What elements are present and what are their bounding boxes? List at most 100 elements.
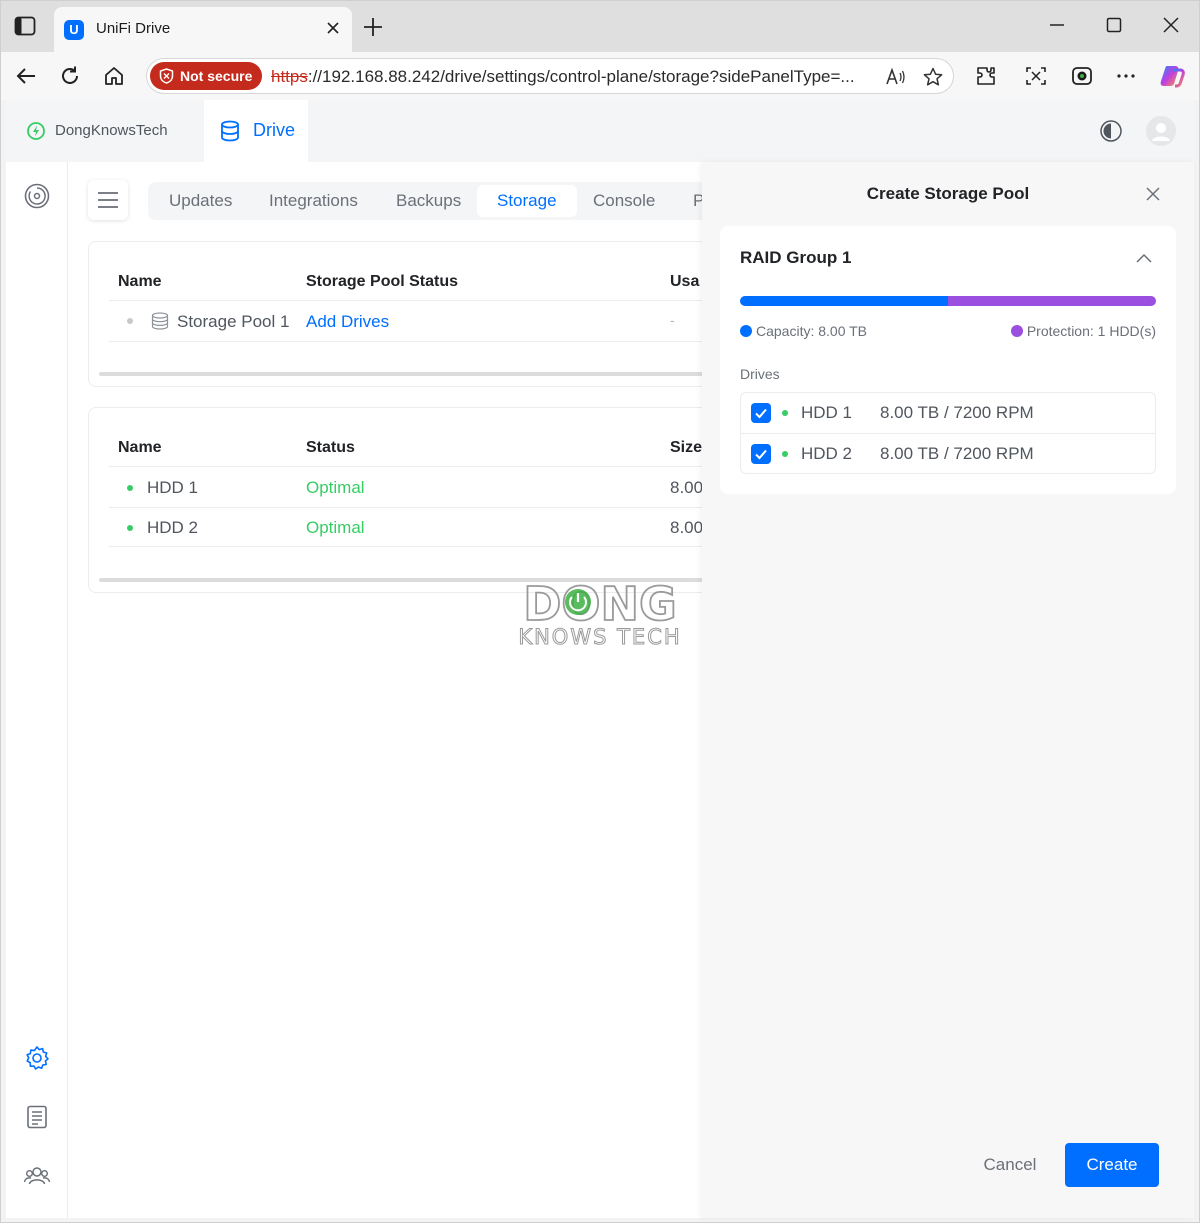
close-icon[interactable] bbox=[324, 19, 342, 37]
tab-integrations[interactable]: Integrations bbox=[249, 185, 378, 217]
tab-console[interactable]: Console bbox=[573, 185, 675, 217]
more-icon[interactable] bbox=[1114, 64, 1138, 88]
pools-header-name: Name bbox=[118, 273, 162, 290]
pool-usage: - bbox=[670, 312, 675, 328]
settings-gear-icon[interactable] bbox=[23, 1044, 51, 1072]
users-icon[interactable] bbox=[23, 1162, 51, 1190]
browser-tab-title: UniFi Drive bbox=[96, 20, 171, 37]
drives-list: HDD 1 8.00 TB / 7200 RPM HDD 2 8.00 TB /… bbox=[740, 392, 1156, 474]
drive-status-dot bbox=[782, 451, 788, 457]
drive-status: Optimal bbox=[306, 478, 365, 497]
logs-icon[interactable] bbox=[23, 1103, 51, 1131]
tab-updates[interactable]: Updates bbox=[149, 185, 252, 217]
drive-spec: 8.00 TB / 7200 RPM bbox=[880, 403, 1034, 422]
sidebar-icon[interactable] bbox=[14, 16, 36, 36]
drives-header-size: Size bbox=[670, 439, 702, 456]
drives-row-divider bbox=[109, 546, 702, 547]
shield-warning-icon bbox=[159, 68, 174, 84]
site-tab[interactable]: DongKnowsTech bbox=[6, 100, 204, 162]
pools-header-status: Storage Pool Status bbox=[306, 273, 459, 290]
raid-group-title: RAID Group 1 bbox=[740, 248, 852, 267]
browser-tab-bar: U UniFi Drive bbox=[0, 0, 1200, 52]
chevron-up-icon[interactable] bbox=[1134, 250, 1154, 266]
horizontal-scrollbar[interactable] bbox=[99, 372, 702, 376]
drive-checkbox[interactable] bbox=[751, 403, 771, 423]
url-text[interactable]: https://192.168.88.242/drive/settings/co… bbox=[271, 67, 871, 87]
drive-name: HDD 2 bbox=[147, 518, 199, 537]
drive-status-dot bbox=[127, 485, 133, 491]
list-item[interactable]: HDD 1 8.00 TB / 7200 RPM bbox=[741, 393, 1155, 433]
pools-header-usage: Usa bbox=[670, 273, 700, 290]
add-drives-link[interactable]: Add Drives bbox=[306, 312, 389, 332]
drive-spec: 8.00 TB / 7200 RPM bbox=[880, 444, 1034, 463]
check-icon bbox=[755, 408, 767, 419]
drive-overview-icon[interactable] bbox=[23, 182, 51, 210]
url-protocol: https bbox=[271, 67, 308, 86]
screenshot-icon[interactable] bbox=[1024, 64, 1048, 88]
drives-header-name: Name bbox=[118, 439, 162, 456]
drive-size: 8.00 bbox=[670, 518, 702, 537]
avatar[interactable] bbox=[1146, 116, 1176, 146]
drive-checkbox[interactable] bbox=[751, 444, 771, 464]
protection-legend: Protection: 1 HDD(s) bbox=[1010, 323, 1156, 339]
protection-dot bbox=[1010, 325, 1023, 337]
capacity-fill bbox=[740, 296, 948, 306]
watermark-line2: KNOWS TECH bbox=[518, 625, 681, 649]
back-icon[interactable] bbox=[14, 64, 38, 88]
browser-tab[interactable]: U UniFi Drive bbox=[54, 7, 352, 52]
create-storage-pool-panel: Create Storage Pool RAID Group 1 Capacit… bbox=[702, 162, 1194, 1218]
list-item[interactable]: HDD 2 8.00 TB / 7200 RPM bbox=[741, 434, 1155, 474]
plus-icon[interactable] bbox=[362, 16, 384, 38]
drives-header-divider bbox=[109, 466, 702, 467]
tab-backups[interactable]: Backups bbox=[376, 185, 481, 217]
not-secure-label: Not secure bbox=[180, 68, 253, 84]
raid-group-card: RAID Group 1 Capacity: 8.00 TB Protectio… bbox=[720, 226, 1176, 494]
drives-card: Name Status Size HDD 1 Optimal 8.00 HDD … bbox=[88, 407, 702, 593]
close-icon[interactable] bbox=[1144, 185, 1162, 203]
theme-toggle-icon[interactable] bbox=[1099, 119, 1123, 143]
address-bar-row: Not secure https://192.168.88.242/drive/… bbox=[0, 52, 1200, 100]
window-close-icon[interactable] bbox=[1160, 14, 1182, 36]
hamburger-icon bbox=[98, 192, 118, 208]
drive-status: Optimal bbox=[306, 518, 365, 537]
tab-more[interactable]: P bbox=[673, 185, 702, 217]
home-icon[interactable] bbox=[102, 64, 126, 88]
camera-icon[interactable] bbox=[1070, 64, 1094, 88]
drive-app-tab[interactable]: Drive bbox=[204, 100, 308, 162]
favorite-star-icon[interactable] bbox=[922, 66, 944, 88]
pools-header-divider bbox=[109, 300, 702, 301]
watermark-logo: DONG KNOWS TECH bbox=[518, 578, 681, 650]
create-button[interactable]: Create bbox=[1065, 1143, 1159, 1187]
drives-label: Drives bbox=[740, 366, 780, 382]
capacity-legend: Capacity: 8.00 TB bbox=[740, 323, 867, 339]
app-name: Drive bbox=[253, 120, 296, 140]
tab-storage[interactable]: Storage bbox=[477, 185, 577, 217]
not-secure-badge[interactable]: Not secure bbox=[150, 62, 263, 90]
settings-tab-bar: Updates Integrations Backups Storage Con… bbox=[148, 182, 702, 220]
drives-row-divider bbox=[109, 507, 702, 508]
read-aloud-icon[interactable] bbox=[884, 66, 906, 88]
main-content: Updates Integrations Backups Storage Con… bbox=[68, 162, 702, 1218]
protection-fill bbox=[948, 296, 1156, 306]
reload-icon[interactable] bbox=[58, 64, 82, 88]
pool-name: Storage Pool 1 bbox=[177, 312, 290, 331]
copilot-icon[interactable] bbox=[1158, 62, 1186, 90]
site-name: DongKnowsTech bbox=[55, 122, 168, 139]
app-header: DongKnowsTech Drive bbox=[6, 100, 1194, 162]
site-status-icon bbox=[27, 122, 45, 140]
unifi-favicon-icon: U bbox=[64, 20, 84, 40]
watermark-line1: DONG bbox=[523, 578, 677, 631]
pools-row-divider bbox=[109, 341, 702, 342]
maximize-icon[interactable] bbox=[1103, 14, 1125, 36]
extensions-icon[interactable] bbox=[974, 64, 998, 88]
capacity-label: Capacity: 8.00 TB bbox=[756, 323, 868, 339]
protection-label: Protection: 1 HDD(s) bbox=[1026, 323, 1156, 339]
drive-name: HDD 1 bbox=[801, 403, 853, 422]
menu-button[interactable] bbox=[88, 180, 128, 220]
cancel-button[interactable]: Cancel bbox=[968, 1143, 1052, 1187]
drive-status-dot bbox=[782, 410, 788, 416]
drives-header-status: Status bbox=[306, 439, 355, 456]
minimize-icon[interactable] bbox=[1046, 14, 1068, 36]
url-bar[interactable]: Not secure https://192.168.88.242/drive/… bbox=[146, 58, 954, 94]
drive-name: HDD 2 bbox=[801, 444, 853, 463]
